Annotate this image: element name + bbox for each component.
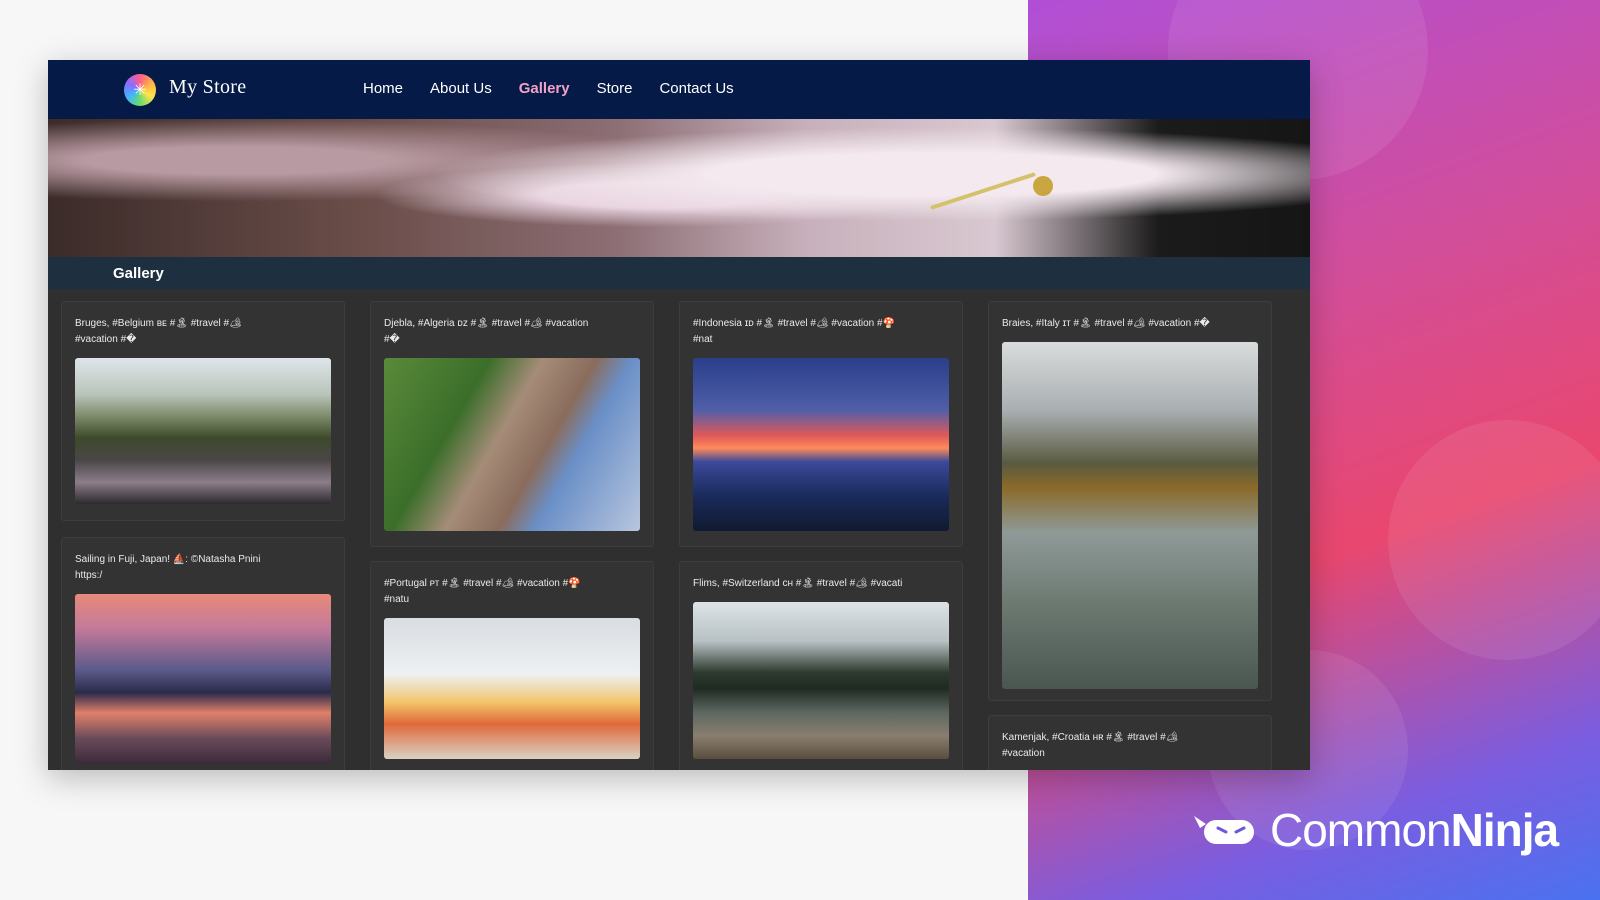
gallery-card-braies[interactable]: Braies, #Italy ɪᴛ #🏝 #travel #🏕 #vacatio…	[988, 301, 1272, 701]
gallery-card-bruges[interactable]: Bruges, #Belgium ʙᴇ #🏝 #travel #🏕 #vacati…	[61, 301, 345, 521]
card-caption: Sailing in Fuji, Japan! ⛵: ©Natasha Pnin…	[75, 552, 331, 584]
commonninja-logo: CommonNinja	[1192, 800, 1572, 860]
gallery-photo[interactable]	[75, 358, 331, 504]
caption-line: #�	[384, 334, 400, 345]
gallery-photo[interactable]	[693, 602, 949, 759]
card-caption: #Portugal ᴘᴛ #🏝 #travel #🏕 #vacation #🍄 #…	[384, 576, 640, 608]
gallery-card-fuji[interactable]: Sailing in Fuji, Japan! ⛵: ©Natasha Pnin…	[61, 537, 345, 770]
card-caption: Bruges, #Belgium ʙᴇ #🏝 #travel #🏕 #vacati…	[75, 316, 331, 348]
card-caption: Braies, #Italy ɪᴛ #🏝 #travel #🏕 #vacatio…	[1002, 316, 1258, 332]
gallery-photo[interactable]	[1002, 342, 1258, 689]
store-name[interactable]: My Store	[169, 76, 246, 99]
gallery-photo[interactable]	[75, 594, 331, 764]
card-caption: #Indonesia ɪᴅ #🏝 #travel #🏕 #vacation #🍄…	[693, 316, 949, 348]
caption-line: #Indonesia ɪᴅ #🏝 #travel #🏕 #vacation #🍄	[693, 318, 896, 329]
caption-line: #vacation	[1002, 748, 1045, 759]
store-logo-icon[interactable]: ✳	[124, 74, 156, 106]
gallery-photo[interactable]	[384, 618, 640, 759]
gallery-card-kamenjak[interactable]: Kamenjak, #Croatia ʜʀ #🏝 #travel #🏕 #vaca…	[988, 715, 1272, 770]
top-navigation: ✳ My Store Home About Us Gallery Store C…	[48, 60, 1310, 119]
page-title: Gallery	[113, 264, 164, 282]
nav-link-gallery[interactable]: Gallery	[519, 80, 570, 97]
nav-link-home[interactable]: Home	[363, 80, 403, 97]
card-caption: Djebla, #Algeria ᴅᴢ #🏝 #travel #🏕 #vacat…	[384, 316, 640, 348]
page-title-bar: Gallery	[48, 257, 1310, 289]
ninja-icon	[1192, 812, 1256, 848]
caption-line: Braies, #Italy ɪᴛ #🏝 #travel #🏕 #vacatio…	[1002, 318, 1210, 329]
gallery-card-portugal[interactable]: #Portugal ᴘᴛ #🏝 #travel #🏕 #vacation #🍄 #…	[370, 561, 654, 770]
card-caption: Kamenjak, #Croatia ʜʀ #🏝 #travel #🏕 #vaca…	[1002, 730, 1258, 762]
brand-word-ninja: Ninja	[1450, 804, 1559, 856]
gallery-card-indonesia[interactable]: #Indonesia ɪᴅ #🏝 #travel #🏕 #vacation #🍄…	[679, 301, 963, 547]
caption-line: Sailing in Fuji, Japan! ⛵: ©Natasha Pnin…	[75, 554, 261, 565]
gallery-photo[interactable]	[693, 358, 949, 531]
caption-line: Djebla, #Algeria ᴅᴢ #🏝 #travel #🏕 #vacat…	[384, 318, 589, 329]
caption-line: #vacation #�	[75, 334, 137, 345]
caption-line: Bruges, #Belgium ʙᴇ #🏝 #travel #🏕	[75, 318, 242, 329]
gallery-card-djebla[interactable]: Djebla, #Algeria ᴅᴢ #🏝 #travel #🏕 #vacat…	[370, 301, 654, 547]
nav-link-store[interactable]: Store	[597, 80, 633, 97]
caption-line: #nat	[693, 334, 713, 345]
nav-links: Home About Us Gallery Store Contact Us	[363, 80, 734, 97]
brand-word-common: Common	[1270, 804, 1452, 856]
store-website-window: ✳ My Store Home About Us Gallery Store C…	[48, 60, 1310, 770]
caption-line: Flims, #Switzerland ᴄʜ #🏝 #travel #🏕 #va…	[693, 578, 903, 589]
gallery-photo[interactable]	[384, 358, 640, 531]
hero-banner-image	[48, 119, 1310, 257]
caption-line: #Portugal ᴘᴛ #🏝 #travel #🏕 #vacation #🍄	[384, 578, 581, 589]
nav-link-about-us[interactable]: About Us	[430, 80, 492, 97]
gallery-card-flims[interactable]: Flims, #Switzerland ᴄʜ #🏝 #travel #🏕 #va…	[679, 561, 963, 770]
card-caption: Flims, #Switzerland ᴄʜ #🏝 #travel #🏕 #va…	[693, 576, 949, 592]
nav-link-contact-us[interactable]: Contact Us	[659, 80, 733, 97]
brand-wordmark: CommonNinja	[1270, 803, 1559, 857]
gallery-grid: Bruges, #Belgium ʙᴇ #🏝 #travel #🏕 #vacati…	[48, 289, 1310, 770]
hero-flower-stamen	[930, 172, 1036, 210]
caption-line: https:/	[75, 570, 103, 581]
caption-line: Kamenjak, #Croatia ʜʀ #🏝 #travel #🏕	[1002, 732, 1179, 743]
hero-flower-anther	[1033, 176, 1053, 196]
logo-glyph: ✳	[133, 82, 147, 99]
caption-line: #natu	[384, 594, 410, 605]
